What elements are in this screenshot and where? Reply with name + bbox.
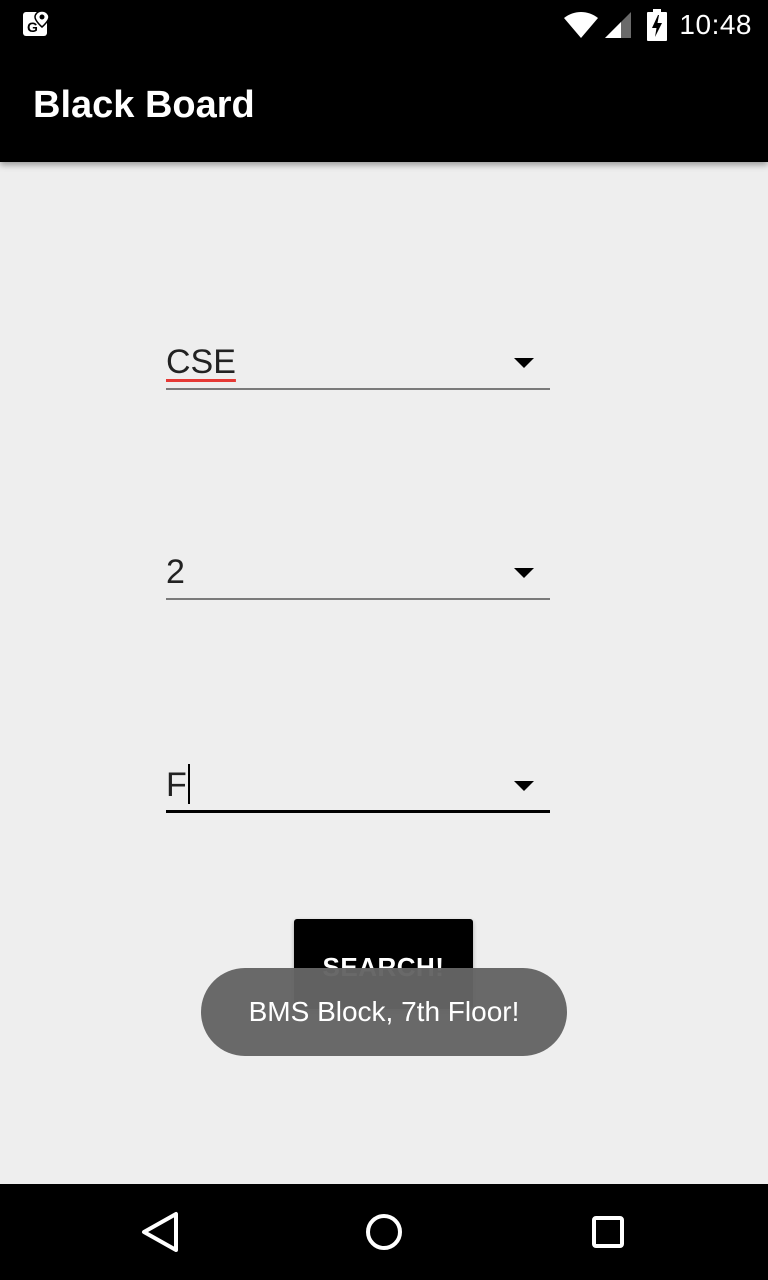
text-cursor — [187, 764, 190, 804]
dropdown-arrow-icon — [514, 568, 534, 578]
wifi-icon — [563, 11, 599, 39]
semester-value: 2 — [166, 553, 185, 591]
dropdown-underline — [166, 388, 550, 390]
home-icon[interactable] — [356, 1204, 412, 1260]
battery-charging-icon — [647, 9, 668, 41]
dropdown-underline — [166, 810, 550, 813]
dropdown-arrow-icon — [514, 358, 534, 368]
semester-dropdown[interactable]: 2 — [166, 540, 550, 600]
dropdown-underline — [166, 598, 550, 600]
location-notification-icon: G — [22, 9, 52, 39]
recents-icon[interactable] — [580, 1204, 636, 1260]
section-text: F — [166, 766, 187, 804]
app-title: Black Board — [33, 84, 255, 126]
app-bar: Black Board — [0, 50, 768, 162]
dropdown-arrow-icon — [514, 781, 534, 791]
clock: 10:48 — [679, 9, 752, 40]
section-value: F — [166, 764, 190, 805]
navigation-bar — [0, 1184, 768, 1280]
department-value: CSE — [166, 343, 236, 381]
department-dropdown[interactable]: CSE — [166, 330, 550, 390]
toast-message: BMS Block, 7th Floor! — [201, 968, 567, 1056]
section-dropdown[interactable]: F — [166, 753, 550, 813]
back-icon[interactable] — [132, 1204, 188, 1260]
status-bar: G 10:48 — [0, 0, 768, 50]
cellular-signal-icon — [603, 10, 633, 40]
